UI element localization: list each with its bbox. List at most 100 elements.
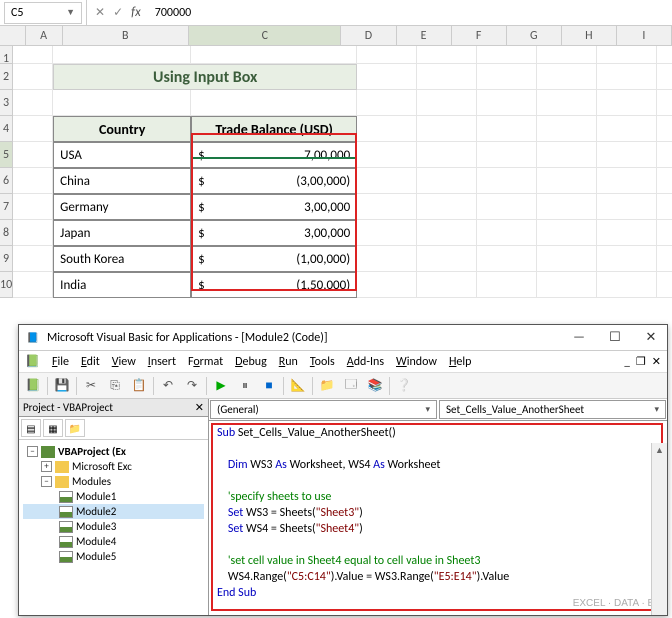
menu-tools[interactable]: Tools — [310, 355, 335, 369]
col-header[interactable]: A — [26, 26, 63, 45]
title-cell[interactable]: Using Input Box — [53, 64, 357, 90]
design-icon[interactable]: 📐 — [288, 376, 308, 396]
table-row[interactable]: $(1,00,000) — [191, 246, 357, 272]
project-icon[interactable]: 📁 — [317, 376, 337, 396]
menu-debug[interactable]: Debug — [235, 355, 267, 369]
menu-window[interactable]: Window — [396, 355, 437, 369]
watermark: EXCEL · DATA · BI — [573, 598, 657, 609]
sub-close-icon[interactable]: ✕ — [652, 355, 661, 368]
project-header[interactable]: Project - VBAProject ✕ — [19, 399, 208, 417]
formula-input[interactable]: 700000 — [149, 4, 672, 22]
undo-icon[interactable]: ↶ — [158, 376, 178, 396]
save-icon[interactable]: 💾 — [52, 376, 72, 396]
vba-menu-bar: 📗 File Edit View Insert Format Debug Run… — [19, 351, 667, 373]
table-row[interactable]: USA — [53, 142, 191, 168]
vba-titlebar[interactable]: 📘 Microsoft Visual Basic for Application… — [19, 325, 667, 351]
menu-help[interactable]: Help — [449, 355, 472, 369]
col-header[interactable]: D — [341, 26, 396, 45]
row-header[interactable]: 1 — [0, 46, 13, 64]
tree-module[interactable]: Module1 — [23, 489, 204, 504]
menu-view[interactable]: View — [112, 355, 136, 369]
procedure-dropdown[interactable]: Set_Cells_Value_AnotherSheet▾ — [439, 400, 666, 419]
header-country[interactable]: Country — [53, 116, 191, 142]
row-header[interactable]: 7 — [0, 194, 13, 220]
col-header[interactable]: C — [189, 26, 341, 45]
col-header[interactable]: G — [507, 26, 562, 45]
close-icon[interactable]: ✕ — [641, 330, 661, 345]
tree-item[interactable]: −Modules — [23, 474, 204, 489]
col-header[interactable]: I — [617, 26, 672, 45]
object-dropdown[interactable]: (General)▾ — [210, 400, 437, 419]
tree-root[interactable]: −VBAProject (Ex — [23, 444, 204, 459]
browser-icon[interactable]: 📚 — [365, 376, 385, 396]
col-header[interactable]: H — [562, 26, 617, 45]
table-row[interactable]: South Korea — [53, 246, 191, 272]
tree-module[interactable]: Module5 — [23, 549, 204, 564]
table-row[interactable]: India — [53, 272, 191, 298]
properties-icon[interactable]: 🗔 — [341, 376, 361, 396]
close-icon[interactable]: ✕ — [195, 401, 204, 414]
menu-addins[interactable]: Add-Ins — [347, 355, 384, 369]
row-header[interactable]: 4 — [0, 116, 13, 142]
project-tree[interactable]: −VBAProject (Ex +Microsoft Exc −Modules … — [19, 440, 208, 615]
table-row[interactable]: $(1,50,000) — [191, 272, 357, 298]
enter-icon[interactable]: ✓ — [113, 5, 123, 20]
excel-icon[interactable]: 📗 — [25, 354, 40, 369]
table-row[interactable]: $(3,00,000) — [191, 168, 357, 194]
copy-icon[interactable]: ⎘ — [105, 376, 125, 396]
sub-restore-icon[interactable]: _ — [624, 355, 629, 368]
maximize-icon[interactable]: ☐ — [605, 330, 625, 345]
row-header[interactable]: 5 — [0, 142, 13, 168]
help-icon[interactable]: ❔ — [394, 376, 414, 396]
view-object-icon[interactable]: ▦ — [43, 419, 63, 437]
row-header[interactable]: 3 — [0, 90, 13, 116]
view-code-icon[interactable]: ▤ — [21, 419, 41, 437]
table-row[interactable]: $7,00,000 — [191, 142, 357, 168]
tree-module-selected[interactable]: Module2 — [23, 504, 204, 519]
folder-icon[interactable]: 📁 — [65, 419, 85, 437]
tree-item[interactable]: +Microsoft Exc — [23, 459, 204, 474]
table-row[interactable]: Germany — [53, 194, 191, 220]
code-content[interactable]: Sub Set_Cells_Value_AnotherSheet() Dim W… — [209, 421, 667, 605]
view-excel-icon[interactable]: 📗 — [23, 376, 43, 396]
scrollbar[interactable]: ▲ — [651, 443, 667, 615]
minimize-icon[interactable]: — — [569, 330, 589, 345]
row-header[interactable]: 6 — [0, 168, 13, 194]
col-header[interactable]: F — [452, 26, 507, 45]
chevron-down-icon: ▾ — [425, 404, 430, 415]
redo-icon[interactable]: ↷ — [182, 376, 202, 396]
row-header[interactable]: 9 — [0, 246, 13, 272]
table-row[interactable]: $3,00,000 — [191, 194, 357, 220]
paste-icon[interactable]: 📋 — [129, 376, 149, 396]
col-header[interactable]: E — [397, 26, 452, 45]
menu-run[interactable]: Run — [279, 355, 298, 369]
vba-toolbar: 📗 💾 ✂ ⎘ 📋 ↶ ↷ ▶ ⏸ ■ 📐 📁 🗔 📚 ❔ — [19, 373, 667, 399]
name-box[interactable]: C5 ▼ — [4, 2, 82, 24]
row-header[interactable]: 10 — [0, 272, 13, 298]
cells-area[interactable]: Using Input Box CountryTrade Balance (US… — [13, 46, 672, 298]
row-header[interactable]: 8 — [0, 220, 13, 246]
code-editor[interactable]: Sub Set_Cells_Value_AnotherSheet() Dim W… — [209, 421, 667, 615]
table-row[interactable]: China — [53, 168, 191, 194]
menu-file[interactable]: File — [52, 355, 69, 369]
tree-module[interactable]: Module3 — [23, 519, 204, 534]
cancel-icon[interactable]: ✕ — [95, 5, 105, 20]
menu-format[interactable]: Format — [188, 355, 223, 369]
vba-window: 📘 Microsoft Visual Basic for Application… — [18, 324, 668, 616]
fx-icon[interactable]: fx — [131, 5, 141, 20]
break-icon[interactable]: ⏸ — [235, 376, 255, 396]
col-header[interactable]: B — [63, 26, 190, 45]
menu-edit[interactable]: Edit — [81, 355, 100, 369]
header-balance[interactable]: Trade Balance (USD) — [191, 116, 357, 142]
select-all-corner[interactable] — [0, 26, 26, 45]
sub-max-icon[interactable]: ❐ — [636, 355, 646, 368]
menu-insert[interactable]: Insert — [148, 355, 176, 369]
table-row[interactable]: Japan — [53, 220, 191, 246]
table-row[interactable]: $3,00,000 — [191, 220, 357, 246]
reset-icon[interactable]: ■ — [259, 376, 279, 396]
run-icon[interactable]: ▶ — [211, 376, 231, 396]
row-header[interactable]: 2 — [0, 64, 13, 90]
tree-module[interactable]: Module4 — [23, 534, 204, 549]
chevron-down-icon[interactable]: ▼ — [66, 7, 75, 18]
cut-icon[interactable]: ✂ — [81, 376, 101, 396]
